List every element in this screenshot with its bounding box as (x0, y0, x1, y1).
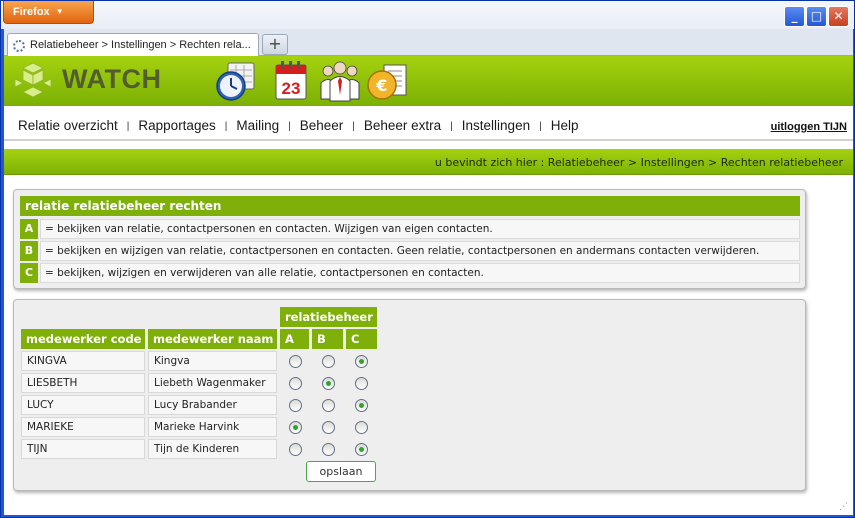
watch-logo-icon (14, 62, 52, 98)
column-header-level-b: B (312, 329, 343, 349)
breadcrumb: u bevindt zich hier : Relatiebeheer > In… (434, 156, 843, 169)
employee-code-cell: LUCY (21, 395, 145, 415)
employee-code-cell: TIJN (21, 439, 145, 459)
employee-name-cell: Lucy Brabander (148, 395, 277, 415)
tab-title: Relatiebeheer > Instellingen > Rechten r… (30, 39, 251, 51)
loading-icon (13, 40, 25, 52)
column-header-level-c: C (346, 329, 377, 349)
main-nav: Relatie overzicht | Rapportages | Mailing | Be… (4, 109, 853, 141)
group-header: relatiebeheer (280, 307, 377, 327)
nav-item-beheer[interactable]: Beheer (300, 118, 344, 133)
nav-item-relatie-overzicht[interactable]: Relatie overzicht (18, 118, 118, 133)
radio-level-c[interactable] (355, 443, 368, 456)
page-content: WATCH 23 € Relatie overzicht | Rapportag… (4, 56, 853, 515)
column-header-name: medewerker naam (148, 329, 277, 349)
caret-down-icon: ▼ (55, 7, 64, 16)
employee-name-cell: Tijn de Kinderen (148, 439, 277, 459)
radio-level-a[interactable] (289, 399, 302, 412)
legend-title: relatie relatiebeheer rechten (20, 196, 800, 216)
app-header: WATCH 23 € (4, 56, 853, 106)
svg-text:€: € (375, 76, 387, 95)
nav-menu: Relatie overzicht | Rapportages | Mailing | Be… (18, 118, 578, 133)
minimize-button[interactable]: _ (784, 6, 805, 27)
euro-invoice-icon[interactable]: € (366, 59, 410, 103)
employee-name-cell: Marieke Harvink (148, 417, 277, 437)
logout-link[interactable]: uitloggen TIJN (771, 121, 847, 133)
new-tab-button[interactable]: + (262, 34, 288, 55)
radio-level-b[interactable] (322, 399, 335, 412)
radio-level-a[interactable] (289, 377, 302, 390)
legend-key: B (20, 241, 38, 261)
legend-key: A (20, 219, 38, 239)
legend-row: B = bekijken en wijzigen van relatie, co… (20, 241, 800, 261)
save-button[interactable]: opslaan (306, 461, 376, 482)
radio-level-a[interactable] (289, 355, 302, 368)
nav-separator: | (450, 121, 453, 132)
column-header-level-a: A (280, 329, 309, 349)
nav-item-instellingen[interactable]: Instellingen (462, 118, 530, 133)
legend-row: C = bekijken, wijzigen en verwijderen va… (20, 263, 800, 283)
calendar-icon[interactable]: 23 (270, 59, 314, 103)
radio-level-b[interactable] (322, 443, 335, 456)
legend-text: = bekijken, wijzigen en verwijderen van … (40, 263, 800, 283)
nav-separator: | (288, 121, 291, 132)
nav-item-mailing[interactable]: Mailing (236, 118, 279, 133)
rights-legend-panel: relatie relatiebeheer rechten A = bekijk… (13, 189, 806, 289)
radio-level-c[interactable] (355, 355, 368, 368)
tab-relatiebeheer[interactable]: Relatiebeheer > Instellingen > Rechten r… (7, 33, 259, 57)
radio-level-b[interactable] (322, 421, 335, 434)
rights-grid-panel: relatiebeheer medewerker code medewerker… (13, 299, 806, 491)
nav-separator: | (126, 121, 130, 132)
radio-level-c[interactable] (355, 377, 368, 390)
title-bar: Firefox ▼ _ □ ✕ (1, 1, 854, 29)
nav-separator: | (224, 121, 228, 132)
browser-window: Firefox ▼ _ □ ✕ Relatiebeheer > Instellin… (0, 0, 855, 518)
calendar-day-text: 23 (282, 79, 301, 98)
employee-name-cell: Liebeth Wagenmaker (148, 373, 277, 393)
maximize-button[interactable]: □ (806, 6, 827, 27)
nav-item-beheer-extra[interactable]: Beheer extra (364, 118, 441, 133)
legend-text: = bekijken en wijzigen van relatie, cont… (40, 241, 800, 261)
logo-text: WATCH (62, 64, 162, 94)
resize-grip-icon[interactable]: ⋰ (839, 502, 849, 512)
nav-item-rapportages[interactable]: Rapportages (138, 118, 215, 133)
nav-item-help[interactable]: Help (551, 118, 579, 133)
radio-level-c[interactable] (355, 399, 368, 412)
people-icon[interactable] (318, 59, 362, 103)
legend-text: = bekijken van relatie, contactpersonen … (40, 219, 800, 239)
tab-bar: Relatiebeheer > Instellingen > Rechten r… (4, 29, 853, 57)
firefox-menu-button[interactable]: Firefox ▼ (3, 1, 94, 24)
employee-code-cell: MARIEKE (21, 417, 145, 437)
legend-key: C (20, 263, 38, 283)
nav-separator: | (539, 121, 542, 132)
radio-level-a[interactable] (289, 443, 302, 456)
breadcrumb-bar: u bevindt zich hier : Relatiebeheer > In… (4, 149, 853, 175)
employee-code-cell: KINGVA (21, 351, 145, 371)
employee-name-cell: Kingva (148, 351, 277, 371)
radio-level-b[interactable] (322, 355, 335, 368)
nav-separator: | (352, 121, 355, 132)
close-button[interactable]: ✕ (828, 6, 849, 27)
column-header-code: medewerker code (21, 329, 145, 349)
legend-row: A = bekijken van relatie, contactpersone… (20, 219, 800, 239)
radio-level-a[interactable] (289, 421, 302, 434)
radio-level-b[interactable] (322, 377, 335, 390)
firefox-menu-label: Firefox (13, 6, 50, 18)
radio-level-c[interactable] (355, 421, 368, 434)
clock-icon[interactable] (214, 59, 258, 103)
employee-code-cell: LIESBETH (21, 373, 145, 393)
